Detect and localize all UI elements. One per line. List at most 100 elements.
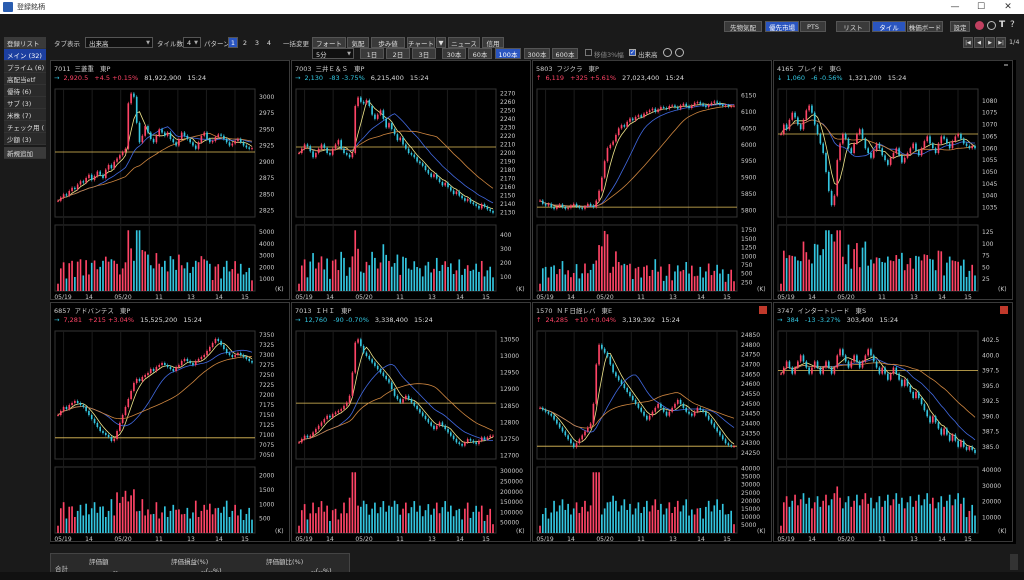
- candle-body: [99, 427, 102, 431]
- x-tick-label: 05/20: [114, 536, 131, 541]
- volume-checkbox[interactable]: ✓: [629, 49, 636, 56]
- text-size-icon[interactable]: T: [999, 20, 1005, 30]
- sidebar-item-prime[interactable]: プライム (6): [4, 61, 46, 73]
- sidebar-item-main[interactable]: メイン (32): [4, 49, 46, 61]
- link-icon[interactable]: [975, 21, 984, 30]
- candle-body: [315, 429, 317, 433]
- pattern-4-button[interactable]: 4: [264, 37, 274, 48]
- price-chart[interactable]: 2270 22602250 22402230 22202210 2200 21902180…: [292, 85, 530, 299]
- sidebar-item-list[interactable]: 登録リスト: [4, 37, 46, 49]
- zoom-in-icon[interactable]: [663, 48, 672, 57]
- price-chart[interactable]: 13050 13000 12950 12900 12850 12800 12750 12700…: [292, 327, 530, 541]
- volume-bar: [651, 505, 654, 533]
- first-page-button[interactable]: |◀: [963, 37, 973, 48]
- price-chart[interactable]: 7350 7325 7300 7275 7250 7225 7200 7175 7150 7125…: [51, 327, 289, 541]
- volume-bar: [390, 506, 393, 533]
- period-2d-button[interactable]: 2日: [386, 48, 410, 59]
- period-30-button[interactable]: 30本: [442, 48, 466, 59]
- news-button[interactable]: ニュース: [448, 37, 480, 48]
- volume-bar: [696, 275, 699, 291]
- pattern-2-button[interactable]: 2: [240, 37, 250, 48]
- volume-bar: [844, 502, 847, 533]
- alert-icon[interactable]: [1004, 64, 1008, 66]
- period-300-button[interactable]: 300本: [524, 48, 550, 59]
- settings-button[interactable]: 設定: [950, 21, 970, 32]
- chart-tile[interactable]: 5803 フジクラ 東P ↑ 6,119 +325 +5.61% 27,023,400 15:…: [532, 60, 772, 300]
- chart-tile[interactable]: 6857 アドバンテス 東P → 7,281 +215 +3.04% 15,525,200 1…: [50, 302, 290, 542]
- period-1d-button[interactable]: 1日: [360, 48, 384, 59]
- volume: 15,525,200: [140, 316, 178, 324]
- futures-quote-button[interactable]: 先物気配: [724, 21, 762, 32]
- ma-band-checkbox[interactable]: [585, 49, 592, 56]
- add-list-button[interactable]: 新規追加: [4, 147, 46, 159]
- pattern-3-button[interactable]: 3: [252, 37, 262, 48]
- sidebar-item-us-stocks[interactable]: 米株 (7): [4, 109, 46, 121]
- candle-body: [929, 416, 931, 423]
- sidebar-item-high-dividend[interactable]: 高配当etf: [4, 73, 46, 85]
- candle-body: [539, 200, 541, 202]
- ma-band-label: 移値3%幅: [594, 51, 624, 59]
- tick-button[interactable]: 歩み値: [371, 37, 405, 48]
- stock-board-button[interactable]: 株価ボード: [907, 21, 943, 32]
- priority-market-button[interactable]: 優先市場: [765, 21, 799, 32]
- tile-view-button[interactable]: タイル: [872, 21, 906, 32]
- interval-select[interactable]: 5分: [312, 48, 354, 59]
- minimize-button[interactable]: —: [942, 0, 968, 14]
- chart-tile[interactable]: 7003 三井Ｅ＆Ｓ 東P → 2,130 -83 -3.75% 6,215,400 15:2…: [291, 60, 531, 300]
- candle-body: [595, 364, 598, 404]
- tile-count-select[interactable]: 4: [183, 37, 201, 48]
- volume-bar: [782, 250, 785, 291]
- volume-bar: [719, 273, 721, 291]
- chart-tile[interactable]: 4165 プレイド 東G ↓ 1,060 -6 -0.56% 1,321,200 15:24 1…: [773, 60, 1013, 300]
- sidebar-item-check[interactable]: チェック用 (: [4, 121, 46, 133]
- sidebar-item-small[interactable]: 少額 (3): [4, 133, 46, 145]
- volume-bar: [413, 501, 416, 533]
- maximize-button[interactable]: ☐: [968, 0, 994, 14]
- last-page-button[interactable]: ▶|: [996, 37, 1006, 48]
- zoom-out-icon[interactable]: [675, 48, 684, 57]
- volume-bar: [578, 512, 581, 533]
- list-view-button[interactable]: リスト: [836, 21, 870, 32]
- price-chart[interactable]: 6150 6100 6050 6000 5950 5900 5850 5800 1750 1500…: [533, 85, 771, 299]
- candle-body: [189, 139, 191, 143]
- price-chart[interactable]: 402.5 400.0 397.5 395.0 392.5 390.0 387.5 385.0…: [774, 327, 1012, 541]
- chart-tile[interactable]: 7013 ＩＨＩ 東P → 12,760 -90 -0.70% 3,338,400 15:24…: [291, 302, 531, 542]
- scrollbar[interactable]: [1010, 554, 1018, 570]
- price-chart[interactable]: 1080 1075 1070 1065 1060 1055 1050 1045 1040 1035…: [774, 85, 1012, 299]
- chart-button[interactable]: チャート: [407, 37, 435, 48]
- price-chart[interactable]: 24850 24800 24750 24700 24650 24600 24550 24500…: [533, 327, 771, 541]
- chart-tile[interactable]: 3747 インタートレード 東S → 384 -13 -3.27% 303,400 15:24…: [773, 302, 1013, 542]
- volume-bar: [206, 509, 208, 533]
- chart-tile[interactable]: 7011 三菱重 東P → 2,920.5 +4.5 +0.15% 81,922,900 15…: [50, 60, 290, 300]
- close-button[interactable]: ✕: [995, 0, 1021, 14]
- chart-tile[interactable]: 1570 ＮＦ日経レバ 東E ↑ 24,285 +10 +0.04% 3,139,392 15…: [532, 302, 772, 542]
- search-icon[interactable]: [987, 21, 996, 30]
- y-tick-label: 385.0: [982, 444, 999, 451]
- sidebar-item-benefit[interactable]: 優待 (6): [4, 85, 46, 97]
- volume-bar: [121, 496, 124, 533]
- alert-icon[interactable]: [759, 306, 767, 314]
- pattern-1-button[interactable]: 1: [228, 37, 238, 48]
- candle-body: [833, 195, 836, 206]
- volume-bar: [82, 515, 85, 533]
- period-600-button[interactable]: 600本: [552, 48, 578, 59]
- pts-button[interactable]: PTS: [800, 21, 826, 32]
- alert-icon[interactable]: [1000, 306, 1008, 314]
- period-60-button[interactable]: 60本: [468, 48, 492, 59]
- price-chart[interactable]: 3000 2975 2950 2925 2900 2875 2850 2825 5000 4000…: [51, 85, 289, 299]
- next-page-button[interactable]: ▶: [985, 37, 995, 48]
- period-3d-button[interactable]: 3日: [412, 48, 436, 59]
- period-100-button[interactable]: 100本: [495, 48, 521, 59]
- fort-button[interactable]: フォート: [312, 37, 346, 48]
- help-icon[interactable]: ?: [1010, 20, 1015, 30]
- tab-display-select[interactable]: 出来高: [85, 37, 153, 48]
- y-tick-label: 2825: [259, 208, 274, 215]
- prev-page-button[interactable]: ◀: [974, 37, 984, 48]
- quote-button[interactable]: 気配: [347, 37, 369, 48]
- chart-dropdown-button[interactable]: ▼: [436, 37, 446, 48]
- sidebar-item-sub[interactable]: サブ (3): [4, 97, 46, 109]
- x-tick-label: 14: [215, 536, 223, 541]
- credit-button[interactable]: 信用: [482, 37, 504, 48]
- volume-bar: [192, 512, 194, 533]
- candle-body: [690, 105, 693, 109]
